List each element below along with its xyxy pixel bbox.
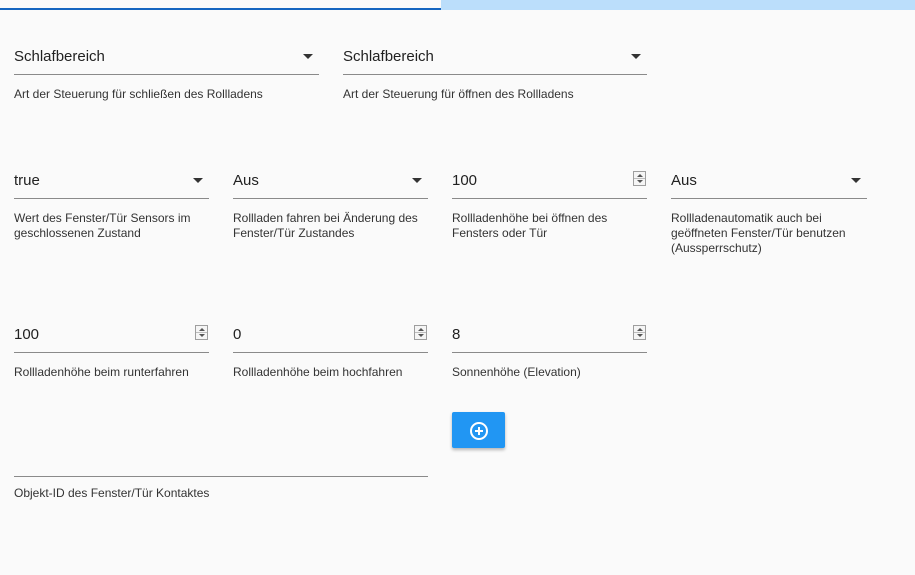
height-window-open-input[interactable]: 100 bbox=[452, 164, 647, 199]
height-up-label: Rollladenhöhe beim hochfahren bbox=[233, 365, 403, 379]
add-button[interactable] bbox=[452, 412, 505, 448]
close-control-label: Art der Steuerung für schließen des Roll… bbox=[14, 87, 263, 101]
height-down-input[interactable]: 100 bbox=[14, 318, 209, 353]
number-stepper-icon[interactable] bbox=[414, 325, 427, 340]
height-down-label: Rollladenhöhe beim runterfahren bbox=[14, 365, 189, 379]
chevron-down-icon[interactable] bbox=[303, 54, 313, 59]
open-control-select[interactable]: Schlafbereich bbox=[343, 40, 647, 75]
height-down-value: 100 bbox=[14, 326, 40, 343]
close-control-select[interactable]: Schlafbereich bbox=[14, 40, 319, 75]
sun-elevation-input[interactable]: 8 bbox=[452, 318, 647, 353]
height-window-open-value: 100 bbox=[452, 172, 478, 189]
sensor-closed-value-value: true bbox=[14, 172, 40, 189]
sun-elevation-label: Sonnenhöhe (Elevation) bbox=[452, 365, 581, 379]
move-on-change-label: Rollladen fahren bei Änderung des Fenste… bbox=[233, 211, 418, 240]
add-circle-icon bbox=[470, 422, 488, 440]
chevron-down-icon[interactable] bbox=[193, 178, 203, 183]
height-up-value: 0 bbox=[233, 326, 242, 343]
move-on-change-select[interactable]: Aus bbox=[233, 164, 428, 199]
lockout-protection-value: Aus bbox=[671, 172, 697, 189]
number-stepper-icon[interactable] bbox=[633, 171, 646, 186]
open-control-value: Schlafbereich bbox=[343, 48, 434, 65]
object-id-input[interactable] bbox=[14, 442, 428, 477]
number-stepper-icon[interactable] bbox=[633, 325, 646, 340]
lockout-protection-label: Rollladenautomatik auch bei geöffneten F… bbox=[671, 211, 846, 255]
move-on-change-value: Aus bbox=[233, 172, 259, 189]
open-control-label: Art der Steuerung für öffnen des Rolllad… bbox=[343, 87, 574, 101]
height-window-open-label: Rollladenhöhe bei öffnen des Fensters od… bbox=[452, 211, 608, 240]
object-id-label: Objekt-ID des Fenster/Tür Kontaktes bbox=[14, 486, 210, 500]
number-stepper-icon[interactable] bbox=[195, 325, 208, 340]
sensor-closed-value-select[interactable]: true bbox=[14, 164, 209, 199]
sensor-closed-value-label: Wert des Fenster/Tür Sensors im geschlos… bbox=[14, 211, 191, 240]
tab-bar bbox=[0, 0, 915, 10]
chevron-down-icon[interactable] bbox=[412, 178, 422, 183]
height-up-input[interactable]: 0 bbox=[233, 318, 428, 353]
close-control-value: Schlafbereich bbox=[14, 48, 105, 65]
sun-elevation-value: 8 bbox=[452, 326, 461, 343]
chevron-down-icon[interactable] bbox=[851, 178, 861, 183]
lockout-protection-select[interactable]: Aus bbox=[671, 164, 867, 199]
tab-active[interactable] bbox=[0, 0, 441, 8]
tab-active-indicator bbox=[0, 8, 441, 10]
chevron-down-icon[interactable] bbox=[631, 54, 641, 59]
